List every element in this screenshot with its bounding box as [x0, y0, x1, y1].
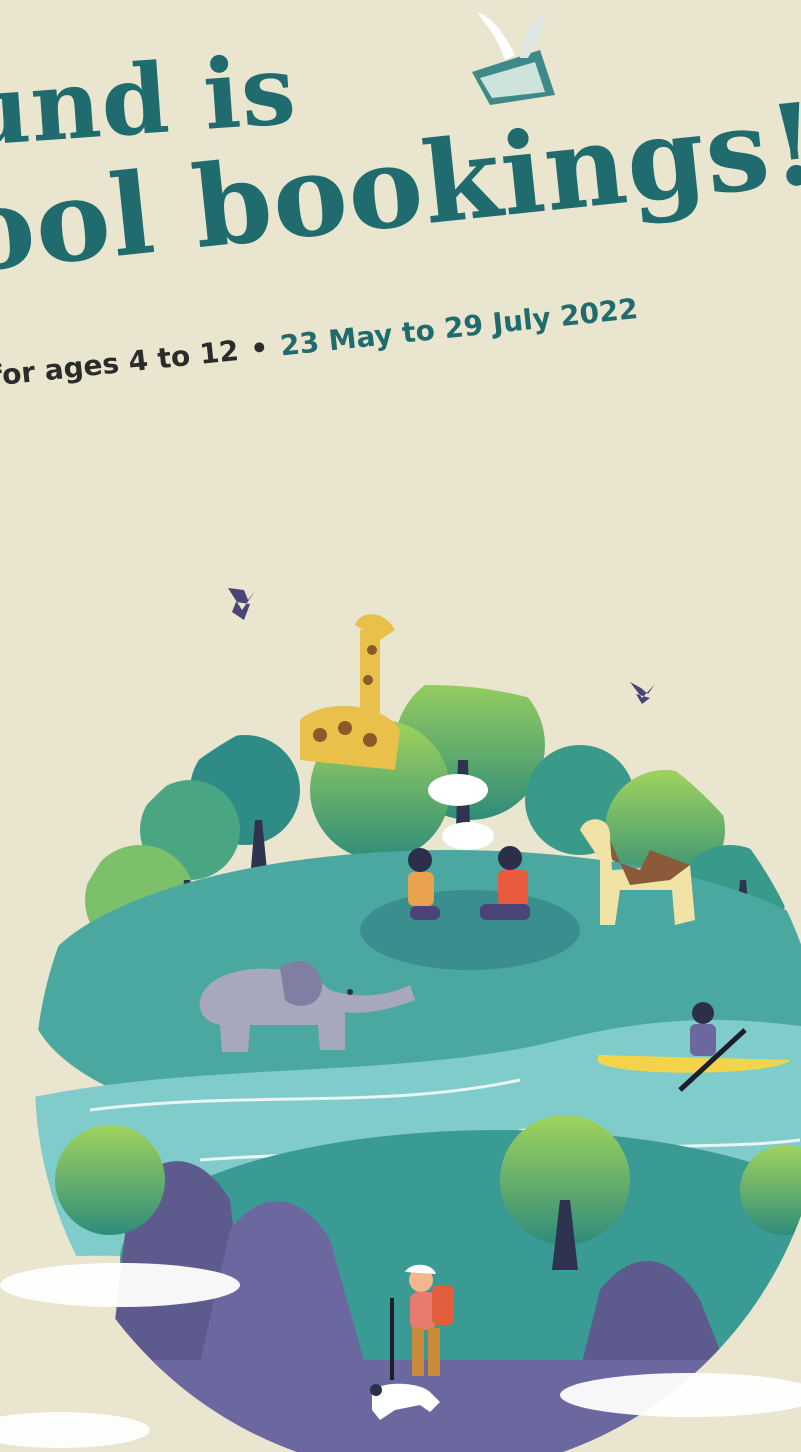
globe	[35, 685, 801, 1452]
flying-book-icon	[472, 10, 555, 105]
nature-illustration	[0, 10, 801, 1452]
speech-bubble	[442, 822, 494, 850]
bird-icon	[630, 682, 655, 704]
speech-bubble	[428, 774, 488, 806]
bird-icon	[228, 588, 256, 620]
